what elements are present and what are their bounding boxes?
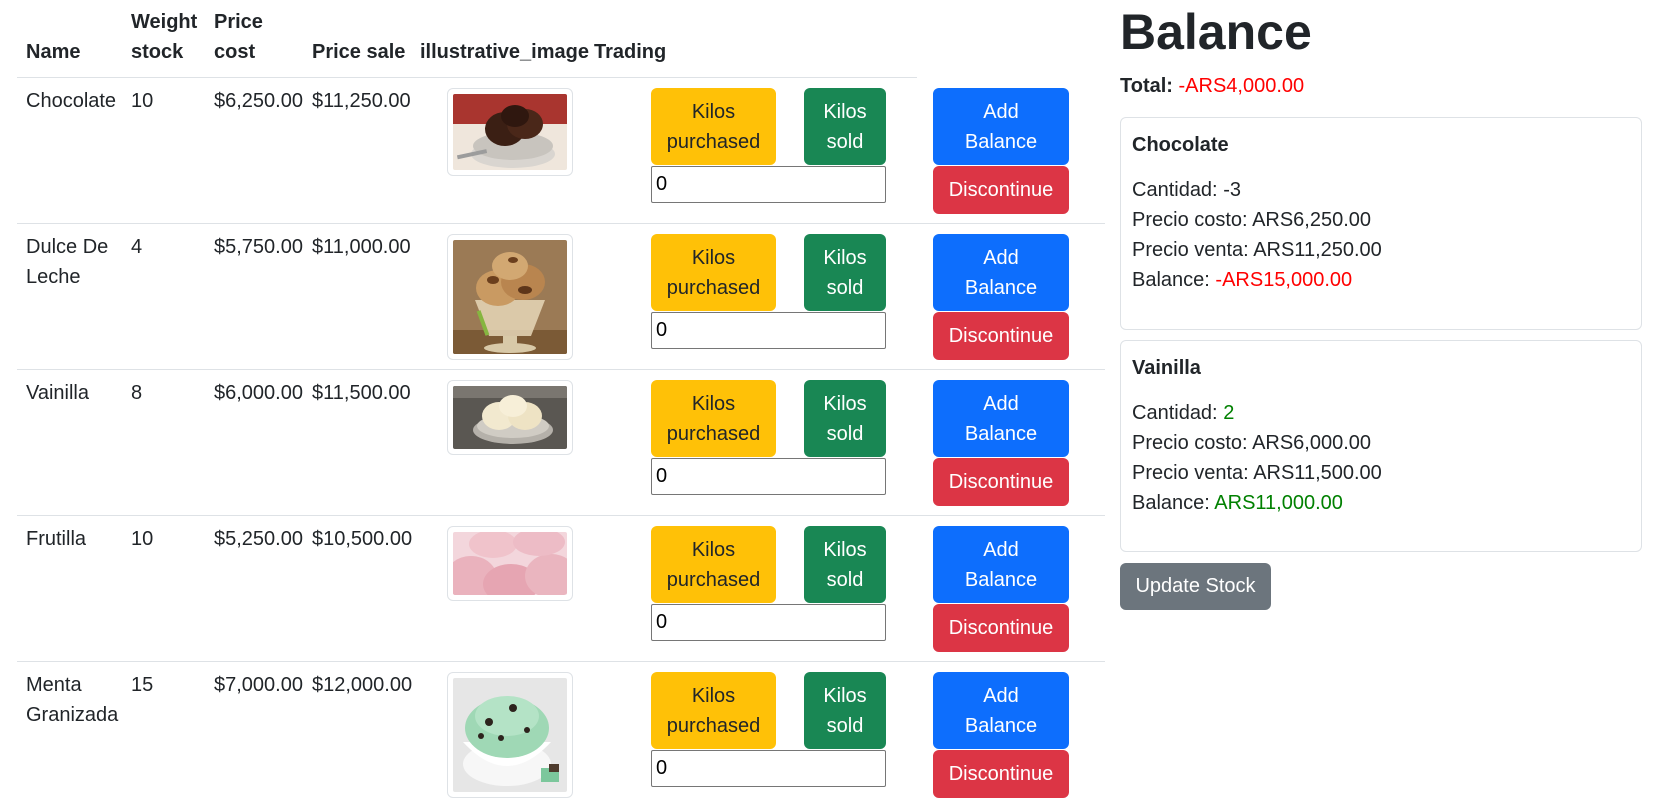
mint-chip-ice-cream-image [453,678,567,792]
price-sale: $10,500.00 [312,528,413,550]
kilos-sold-button[interactable]: Kilos sold [804,672,886,749]
add-balance-button[interactable]: Add Balance [933,234,1069,311]
table-row: Dulce De Leche 4 $5,750.00 $11,000.00 Ki… [17,224,1105,370]
total-label: Total: [1120,75,1173,97]
price-cost: $5,750.00 [214,236,303,258]
add-balance-button[interactable]: Add Balance [933,672,1069,749]
kilos-quantity-input[interactable] [651,458,886,495]
weight-stock: 10 [131,528,154,550]
kilos-sold-button[interactable]: Kilos sold [804,234,886,311]
strawberry-ice-cream-image [453,532,567,595]
kilos-purchased-button[interactable]: Kilos purchased [651,526,776,603]
discontinue-button[interactable]: Discontinue [933,312,1069,360]
price-sale: $11,250.00 [312,90,411,112]
chocolate-ice-cream-image [453,94,567,170]
kilos-quantity-input[interactable] [651,166,886,203]
price-sale: $11,000.00 [312,236,411,258]
product-thumbnail [447,380,573,455]
kilos-quantity-input[interactable] [651,604,886,641]
table-header: Name Weight stock Price cost Price sale … [17,0,917,78]
weight-stock: 10 [131,90,154,112]
add-balance-button[interactable]: Add Balance [933,380,1069,457]
header-image: illustrative_image [420,41,589,63]
card-balance: Balance: -ARS15,000.00 [1132,269,1353,291]
header-weight-stock: Weight stock [131,11,198,63]
card-title: Chocolate [1132,134,1229,156]
table-row: Menta Granizada 15 $7,000.00 $12,000.00 [17,662,1105,808]
vanilla-ice-cream-image [453,386,567,449]
kilos-sold-button[interactable]: Kilos sold [804,380,886,457]
product-name: Dulce De Leche [26,236,109,288]
weight-stock: 4 [131,236,143,258]
inventory-table: Name Weight stock Price cost Price sale … [17,0,1105,808]
product-thumbnail [447,234,573,360]
card-balance-value: ARS11,000.00 [1214,492,1343,514]
product-thumbnail [447,672,573,798]
table-row: Chocolate 10 $6,250.00 $11,250.00 Kilos [17,78,1105,224]
card-precio-venta: Precio venta: ARS11,250.00 [1132,239,1382,261]
balance-title: Balance [1120,4,1312,60]
product-name: Frutilla [26,528,87,550]
card-precio-costo: Precio costo: ARS6,000.00 [1132,432,1372,454]
card-balance-value: -ARS15,000.00 [1215,269,1353,291]
discontinue-button[interactable]: Discontinue [933,750,1069,798]
header-name: Name [26,41,81,63]
update-stock-button[interactable]: Update Stock [1120,563,1271,610]
discontinue-button[interactable]: Discontinue [933,604,1069,652]
kilos-sold-button[interactable]: Kilos sold [804,88,886,165]
card-precio-costo: Precio costo: ARS6,250.00 [1132,209,1372,231]
product-thumbnail [447,88,573,176]
kilos-purchased-button[interactable]: Kilos purchased [651,380,776,457]
product-name: Menta Granizada [26,674,119,726]
add-balance-button[interactable]: Add Balance [933,526,1069,603]
kilos-quantity-input[interactable] [651,312,886,349]
kilos-purchased-button[interactable]: Kilos purchased [651,234,776,311]
balance-card-vainilla: Vainilla Cantidad: 2 Precio costo: ARS6,… [1120,340,1642,552]
card-cantidad: Cantidad: -3 [1132,179,1241,201]
weight-stock: 8 [131,382,143,404]
card-title: Vainilla [1132,357,1201,379]
price-cost: $5,250.00 [214,528,303,550]
total-value: -ARS4,000.00 [1178,75,1305,97]
price-cost: $6,000.00 [214,382,303,404]
balance-total: Total: -ARS4,000.00 [1120,71,1642,101]
table-row: Vainilla 8 $6,000.00 $11,500.00 Kilos pu… [17,370,1105,516]
card-cantidad: Cantidad: 2 [1132,402,1235,424]
price-sale: $12,000.00 [312,674,413,696]
header-price-sale: Price sale [312,41,406,63]
product-name: Vainilla [26,382,89,404]
discontinue-button[interactable]: Discontinue [933,166,1069,214]
header-trading: Trading [594,41,667,63]
price-sale: $11,500.00 [312,382,411,404]
weight-stock: 15 [131,674,154,696]
card-balance: Balance: ARS11,000.00 [1132,492,1343,514]
card-precio-venta: Precio venta: ARS11,500.00 [1132,462,1382,484]
price-cost: $7,000.00 [214,674,303,696]
header-price-cost: Price cost [214,11,263,63]
add-balance-button[interactable]: Add Balance [933,88,1069,165]
dulce-de-leche-ice-cream-image [453,240,567,354]
product-thumbnail [447,526,573,601]
kilos-sold-button[interactable]: Kilos sold [804,526,886,603]
kilos-quantity-input[interactable] [651,750,886,787]
table-row: Frutilla 10 $5,250.00 $10,500.00 Kilos p… [17,516,1105,662]
price-cost: $6,250.00 [214,90,303,112]
kilos-purchased-button[interactable]: Kilos purchased [651,672,776,749]
kilos-purchased-button[interactable]: Kilos purchased [651,88,776,165]
balance-panel: Balance Total: -ARS4,000.00 Chocolate Ca… [1120,0,1642,610]
discontinue-button[interactable]: Discontinue [933,458,1069,506]
product-name: Chocolate [26,90,117,112]
balance-card-chocolate: Chocolate Cantidad: -3 Precio costo: ARS… [1120,117,1642,330]
